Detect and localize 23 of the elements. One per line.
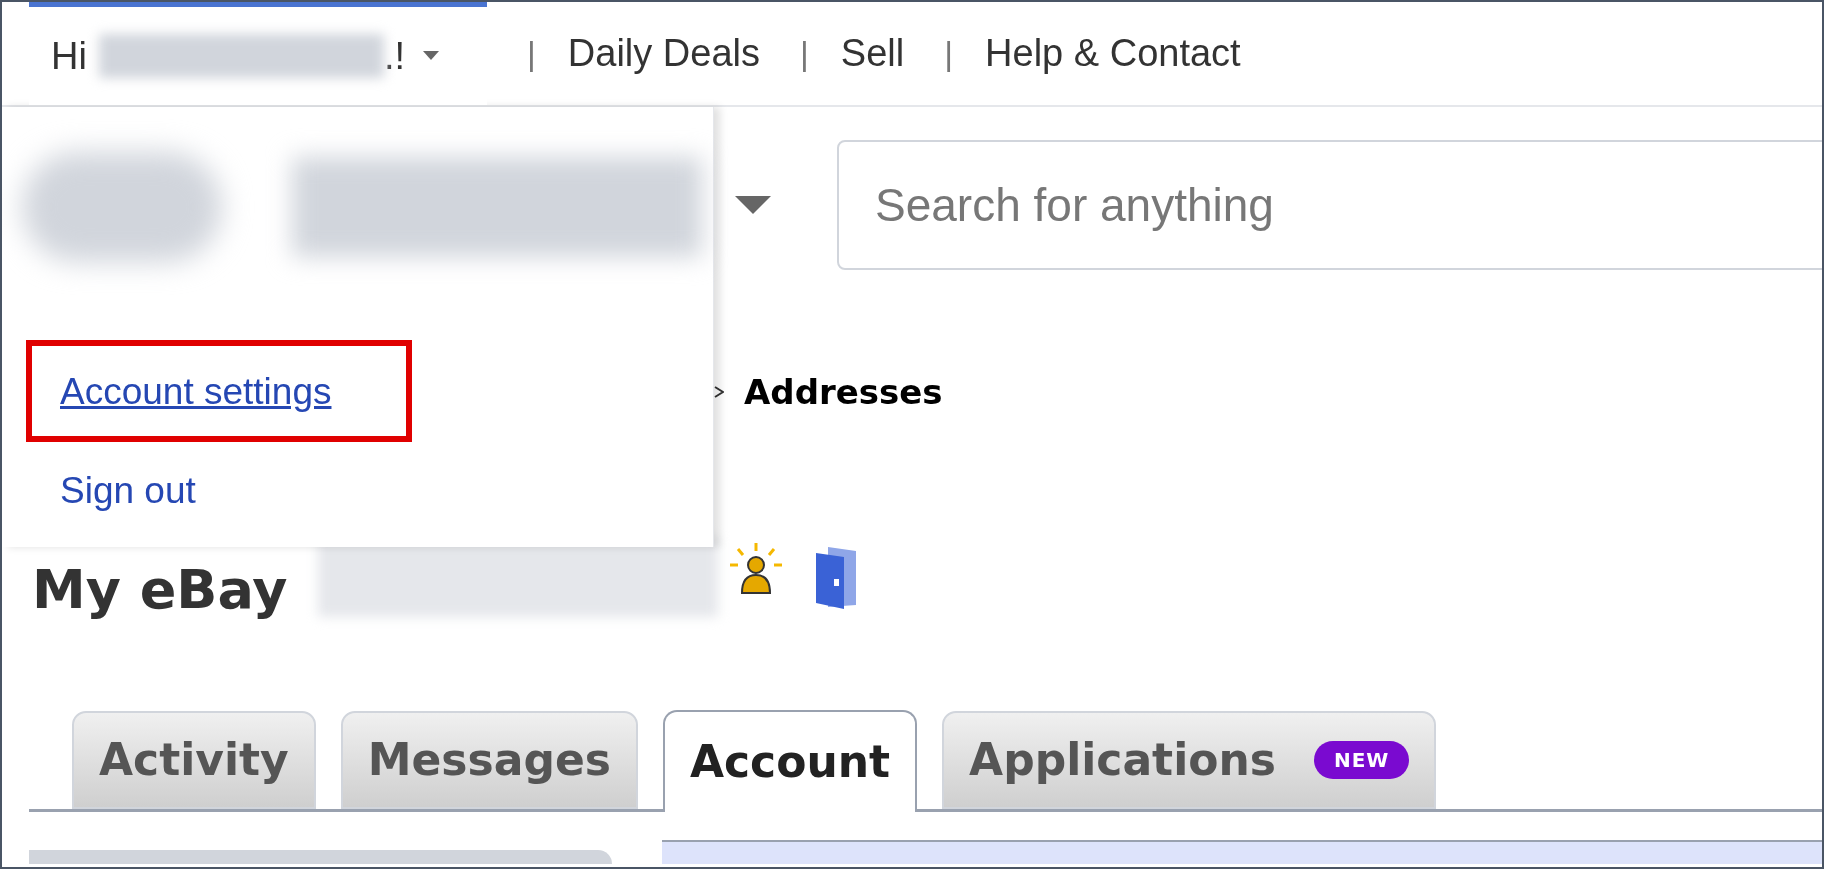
tab[interactable]: Messages [340,711,638,809]
new-badge: NEW [1313,741,1410,779]
nav-link[interactable]: Help & Contact [985,25,1241,82]
greeting-text: Hi [51,33,87,79]
tab[interactable]: Applications NEW [942,711,1437,809]
tab[interactable]: Activity [72,711,316,809]
caret-icon [423,51,439,61]
person-icon [727,543,784,597]
caret-icon[interactable] [735,195,771,214]
nav-link[interactable]: Sell [840,25,905,82]
breadcrumb-current: Addresses [744,370,943,414]
search-field[interactable]: Search for anything [837,139,1822,270]
separator: | [800,33,809,74]
chevron-icon [714,386,724,398]
menu-link[interactable]: Account settings [26,340,412,442]
tab[interactable]: Account [662,710,918,812]
nav-link[interactable]: Daily Deals [567,25,760,82]
door-icon [813,545,858,609]
page-title: My eBay [32,563,288,617]
separator: | [527,33,536,74]
greeting-text: .! [383,33,405,79]
separator: | [944,33,954,74]
menu-link[interactable]: Sign out [26,442,412,528]
